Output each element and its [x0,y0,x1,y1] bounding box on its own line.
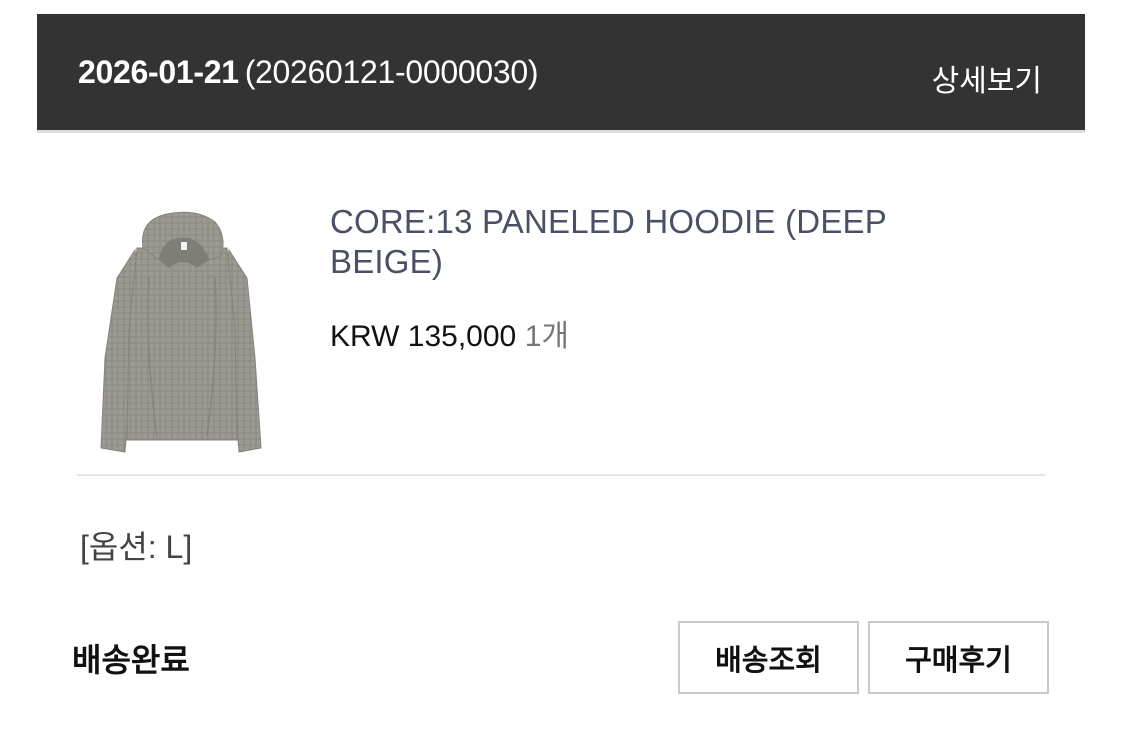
price-line: KRW 135,000 1개 [330,311,569,355]
track-delivery-button[interactable]: 배송조회 [678,621,859,694]
hoodie-image [100,211,262,453]
view-details-link[interactable]: 상세보기 [932,56,1042,100]
write-review-button[interactable]: 구매후기 [868,621,1049,694]
order-date-line: 2026-01-21 (20260121-0000030) [78,54,539,91]
order-number: (20260121-0000030) [244,54,539,90]
product-thumbnail[interactable] [97,208,267,462]
product-price: KRW 135,000 [330,320,517,353]
order-date: 2026-01-21 [78,54,239,90]
product-row: CORE:13 PANELED HOODIE (DEEP BEIGE) KRW … [77,184,1045,476]
product-quantity: 1개 [524,320,569,353]
delivery-status: 배송완료 [72,642,190,678]
product-option: [옵션: L] [80,529,193,565]
product-name[interactable]: CORE:13 PANELED HOODIE (DEEP BEIGE) [330,202,970,282]
order-header: 2026-01-21 (20260121-0000030) 상세보기 [37,14,1085,133]
order-card: 2026-01-21 (20260121-0000030) 상세보기 CORE:… [37,14,1085,714]
